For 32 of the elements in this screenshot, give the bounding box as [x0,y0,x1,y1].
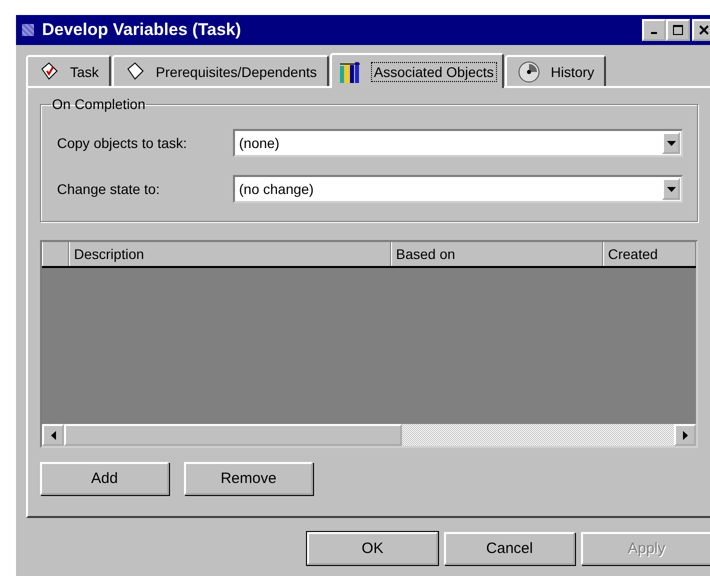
scroll-left-button[interactable] [42,424,64,446]
minimize-icon [651,32,657,34]
maximize-button[interactable] [666,19,690,41]
horizontal-scrollbar[interactable] [42,424,696,446]
clock-icon [516,60,541,84]
close-button[interactable] [692,19,710,41]
right-arrow-icon [682,430,688,440]
scroll-thumb[interactable] [64,424,402,446]
column-header[interactable] [42,242,69,266]
close-icon [699,25,709,35]
tab[interactable]: Prerequisites/Dependents [112,55,329,86]
maximize-icon [673,25,683,35]
tab[interactable]: Associated Objects [330,53,504,88]
dropdown-field[interactable]: (no change) [233,175,683,203]
minimize-button[interactable] [642,19,666,41]
window-title: Develop Variables (Task) [42,20,242,40]
dialog-button[interactable]: OK [307,532,438,565]
list-button[interactable]: Add [40,462,169,495]
column-header[interactable]: Description [69,242,391,266]
dialog-button[interactable]: Cancel [444,532,575,565]
list-button[interactable]: Remove [184,462,313,495]
group-title: On Completion [51,96,146,112]
left-arrow-icon [50,430,56,440]
field-label: Copy objects to task: [57,135,188,151]
tab[interactable]: History [504,55,606,86]
dropdown-field[interactable]: (none) [233,129,683,157]
field-label: Change state to: [57,181,161,197]
column-header[interactable]: Based on [391,242,603,266]
column-header[interactable]: Created [603,242,696,266]
tab[interactable]: Task [26,55,111,86]
window-icon [22,24,34,36]
scroll-right-button[interactable] [674,424,696,446]
